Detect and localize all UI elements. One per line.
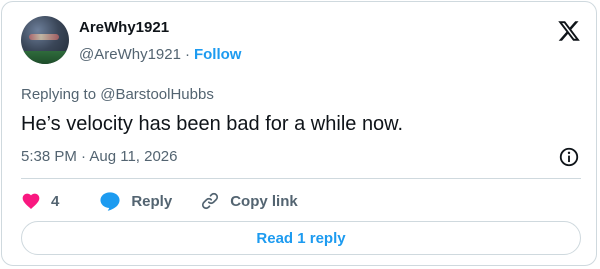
tweet-text: He’s velocity has been bad for a while n…	[21, 113, 404, 135]
avatar-field	[21, 51, 69, 64]
embedded-tweet-card: AreWhy1921 @AreWhy1921 · Follow Replying t…	[1, 1, 597, 266]
avatar-stadium-lights	[29, 34, 59, 40]
like-count: 4	[51, 192, 60, 210]
replying-prefix: Replying to	[21, 86, 101, 103]
read-replies-button[interactable]: Read 1 reply	[21, 221, 581, 255]
replying-mention-link[interactable]: @BarstoolHubbs	[100, 86, 214, 103]
like-button[interactable]: 4	[21, 191, 59, 211]
tweet-timestamp[interactable]: 5:38 PM · Aug 11, 2026	[21, 148, 178, 165]
info-icon[interactable]	[558, 146, 580, 168]
reply-button[interactable]: Reply	[99, 191, 172, 211]
follow-button[interactable]: Follow	[194, 46, 242, 63]
replying-to-line: Replying to @BarstoolHubbs	[21, 86, 214, 103]
reply-label: Reply	[131, 192, 173, 210]
author-handle-row: @AreWhy1921 · Follow	[79, 46, 241, 63]
link-icon	[202, 192, 219, 210]
author-display-name[interactable]: AreWhy1921	[79, 19, 169, 36]
copy-link-button[interactable]: Copy link	[200, 191, 298, 211]
x-logo-icon[interactable]	[557, 19, 581, 43]
heart-icon	[22, 193, 40, 209]
divider	[21, 178, 581, 179]
separator-dot: ·	[184, 46, 190, 63]
author-handle[interactable]: @AreWhy1921	[79, 46, 181, 63]
copy-link-label: Copy link	[230, 192, 298, 210]
avatar[interactable]	[21, 16, 69, 64]
speech-bubble-icon	[100, 192, 120, 211]
action-bar: 4 Reply Copy link	[21, 189, 298, 213]
